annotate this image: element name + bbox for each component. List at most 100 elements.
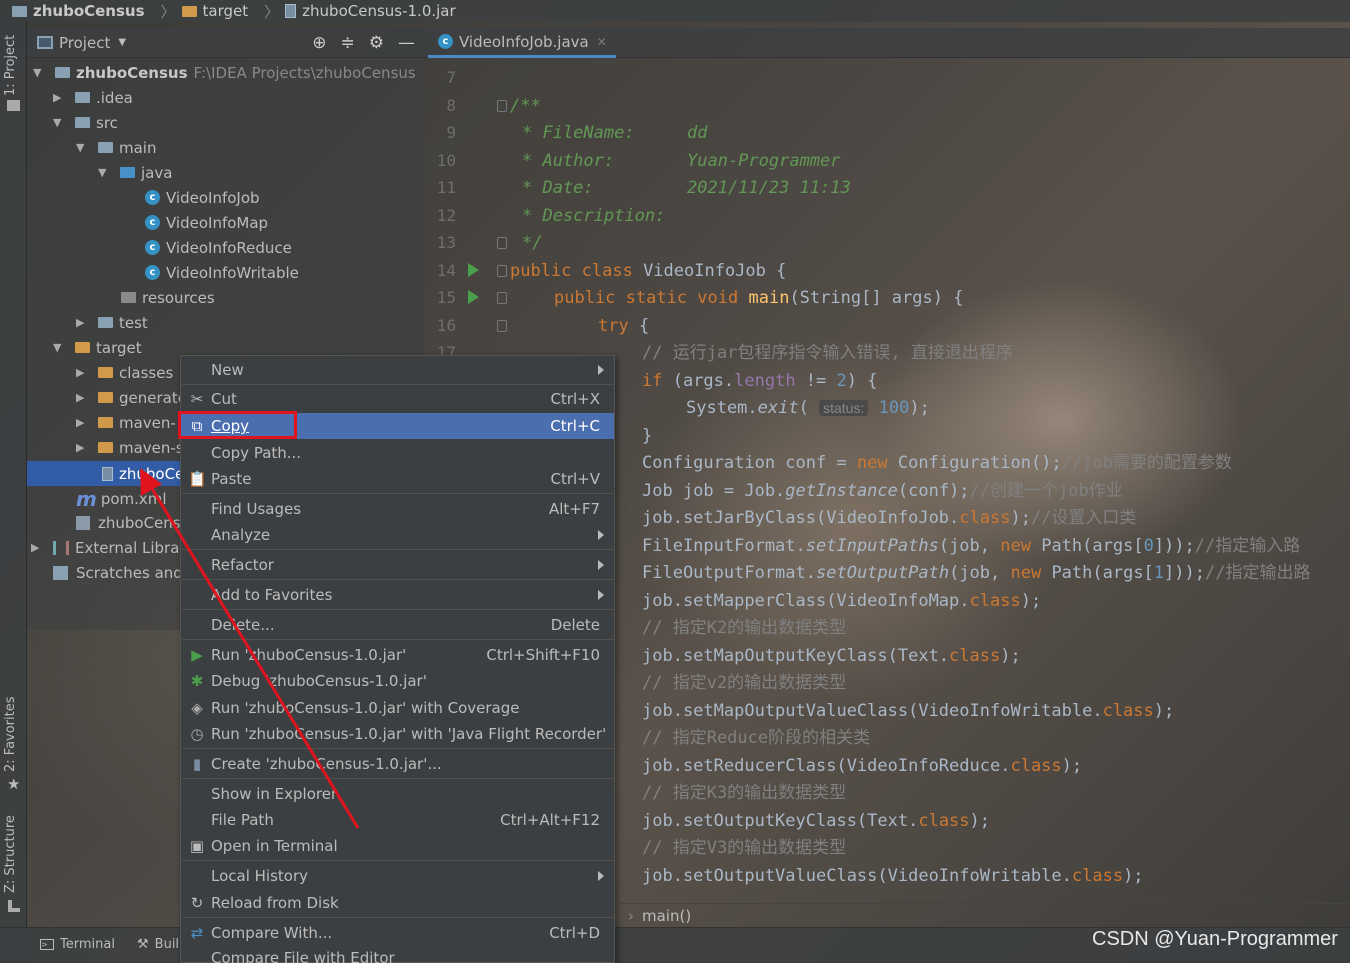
tree-item-generated[interactable]: ▶ generate — [76, 385, 187, 410]
terminal-tool-tab[interactable]: > Terminal — [40, 937, 115, 952]
fold-icon[interactable] — [497, 237, 507, 249]
hide-icon[interactable]: — — [398, 33, 415, 53]
menu-item-analyze[interactable]: Analyze — [181, 522, 614, 548]
menu-item-new[interactable]: New — [181, 357, 614, 383]
line-number: 14 — [436, 261, 456, 280]
chevron-down-icon[interactable]: ▼ — [76, 141, 90, 154]
submenu-arrow-icon — [598, 560, 604, 570]
menu-item-show-in-explorer[interactable]: Show in Explorer — [181, 781, 614, 807]
collapse-all-icon[interactable]: ≑ — [341, 33, 355, 53]
chevron-right-icon[interactable]: ▶ — [76, 316, 90, 329]
tree-item-iml[interactable]: zhuboCens — [76, 510, 181, 535]
tree-item-zhubocensus[interactable]: ▼ zhuboCensus F:\IDEA Projects\zhuboCens… — [33, 60, 416, 85]
project-view-selector[interactable]: Project — [59, 34, 110, 52]
tree-item-main[interactable]: ▼ main — [76, 135, 156, 160]
tree-item-scratches[interactable]: Scratches and — [53, 560, 183, 585]
menu-item-add-to-favorites[interactable]: Add to Favorites — [181, 582, 614, 608]
profiler-icon: ◷ — [190, 725, 204, 743]
menu-item-reload-from-disk[interactable]: ↻ Reload from Disk — [181, 890, 614, 916]
menu-item-paste[interactable]: 📋 Paste Ctrl+V — [181, 466, 614, 492]
folder-icon — [98, 142, 113, 153]
code-line: // 指定Reduce阶段的相关类 — [642, 728, 871, 748]
navigation-bar: zhuboCensus 〉 target 〉 zhuboCensus-1.0.j… — [0, 0, 1350, 22]
tree-item-maven-archiver[interactable]: ▶ maven- — [76, 410, 176, 435]
paste-icon: 📋 — [188, 470, 207, 488]
menu-separator — [182, 860, 615, 861]
chevron-right-icon[interactable]: ▶ — [31, 541, 45, 554]
menu-item-run[interactable]: ▶ Run 'zhuboCensus-1.0.jar' Ctrl+Shift+F10 — [181, 642, 614, 668]
menu-separator — [182, 748, 615, 749]
code-line: Job job = Job.getInstance(conf);//创建一个jo… — [642, 481, 1123, 501]
menu-item-run-flight-recorder[interactable]: ◷ Run 'zhuboCensus-1.0.jar' with 'Java Fl… — [181, 721, 614, 747]
tree-item-jar-file[interactable]: zhuboCe — [102, 461, 184, 486]
compare-icon: ⇄ — [190, 924, 204, 942]
code-line: if (args.length != 2) { — [642, 371, 878, 391]
tree-item-resources[interactable]: resources — [121, 285, 215, 310]
chevron-down-icon[interactable]: ▼ — [33, 66, 47, 79]
breadcrumb-project[interactable]: zhuboCensus — [12, 2, 145, 20]
menu-item-debug[interactable]: ✱ Debug 'zhuboCensus-1.0.jar' — [181, 668, 614, 694]
menu-item-run-coverage[interactable]: ◈ Run 'zhuboCensus-1.0.jar' with Coverage — [181, 695, 614, 721]
menu-item-cut[interactable]: ✂ Cut Ctrl+X — [181, 386, 614, 412]
folder-icon — [98, 367, 113, 378]
menu-item-delete[interactable]: Delete... Delete — [181, 612, 614, 638]
close-icon[interactable]: ✕ — [597, 35, 607, 49]
chevron-down-icon[interactable]: ▼ — [118, 37, 126, 48]
menu-item-compare-with[interactable]: ⇄ Compare With... Ctrl+D — [181, 920, 614, 946]
tree-item-videoinfojob[interactable]: c VideoInfoJob — [145, 185, 260, 210]
chevron-right-icon[interactable]: ▶ — [76, 391, 90, 404]
breadcrumb-target[interactable]: target — [181, 2, 248, 20]
menu-item-copy-path[interactable]: Copy Path... — [181, 440, 614, 466]
tab-videoinfojob[interactable]: c VideoInfoJob.java ✕ — [428, 28, 616, 58]
build-tool-tab[interactable]: ⚒ Buil — [137, 937, 179, 952]
fold-icon[interactable] — [497, 265, 507, 277]
run-gutter-icon[interactable] — [468, 290, 479, 304]
menu-separator — [182, 579, 615, 580]
project-tool-tab[interactable]: 1: Project — [3, 35, 18, 96]
locate-icon[interactable]: ⊕ — [312, 33, 326, 53]
tree-item-target[interactable]: ▼ target — [53, 335, 142, 360]
favorites-tool-tab[interactable]: 2: Favorites — [3, 696, 18, 772]
menu-item-find-usages[interactable]: Find Usages Alt+F7 — [181, 496, 614, 522]
project-panel-header: Project ▼ ⊕ ≑ ⚙ — — [27, 28, 425, 58]
menu-item-compare-file-with-editor[interactable]: Compare File with Editor — [181, 945, 614, 963]
chevron-right-icon[interactable]: ▶ — [76, 441, 90, 454]
tree-item-idea[interactable]: ▶ .idea — [53, 85, 133, 110]
menu-item-local-history[interactable]: Local History — [181, 863, 614, 889]
folder-icon — [75, 342, 90, 353]
tree-item-maven-status[interactable]: ▶ maven-s — [76, 435, 184, 460]
breadcrumb-jar[interactable]: zhuboCensus-1.0.jar — [285, 2, 456, 20]
tree-item-videoinfowritable[interactable]: c VideoInfoWritable — [145, 260, 299, 285]
menu-item-file-path[interactable]: File Path Ctrl+Alt+F12 — [181, 807, 614, 833]
fold-icon[interactable] — [497, 292, 507, 304]
chevron-down-icon[interactable]: ▼ — [98, 166, 112, 179]
tree-item-videoinfomap[interactable]: c VideoInfoMap — [145, 210, 268, 235]
tree-item-pom[interactable]: m pom.xml — [76, 486, 167, 511]
tree-item-java[interactable]: ▼ java — [98, 160, 172, 185]
tree-item-classes[interactable]: ▶ classes — [76, 360, 173, 385]
tree-item-external-libraries[interactable]: ▶ External Libra — [31, 535, 179, 560]
project-icon — [37, 36, 53, 49]
code-breadcrumb[interactable]: › main() — [620, 903, 1350, 927]
gear-icon[interactable]: ⚙ — [369, 33, 384, 53]
menu-item-open-in-terminal[interactable]: ▣ Open in Terminal — [181, 833, 614, 859]
menu-separator — [182, 493, 615, 494]
run-gutter-icon[interactable] — [468, 263, 479, 277]
tree-item-test[interactable]: ▶ test — [76, 310, 148, 335]
tree-item-src[interactable]: ▼ src — [53, 110, 118, 135]
context-menu: New ✂ Cut Ctrl+X ⧉ Copy Ctrl+C Copy Path... … — [180, 355, 615, 963]
chevron-right-icon[interactable]: ▶ — [76, 416, 90, 429]
structure-tool-tab[interactable]: Z: Structure — [3, 815, 18, 893]
menu-item-create-config[interactable]: ▮ Create 'zhuboCensus-1.0.jar'... — [181, 751, 614, 777]
fold-icon[interactable] — [497, 320, 507, 332]
code-line: job.setMapOutputValueClass(VideoInfoWrit… — [642, 701, 1175, 721]
chevron-right-icon[interactable]: ▶ — [53, 91, 67, 104]
chevron-right-icon[interactable]: ▶ — [76, 366, 90, 379]
code-line: job.setMapperClass(VideoInfoMap.class); — [642, 591, 1042, 611]
menu-item-refactor[interactable]: Refactor — [181, 552, 614, 578]
chevron-down-icon[interactable]: ▼ — [53, 116, 67, 129]
code-line: Configuration conf = new Configuration()… — [642, 453, 1232, 473]
fold-icon[interactable] — [497, 100, 507, 112]
tree-item-videoinforeduce[interactable]: c VideoInfoReduce — [145, 235, 292, 260]
chevron-down-icon[interactable]: ▼ — [53, 341, 67, 354]
